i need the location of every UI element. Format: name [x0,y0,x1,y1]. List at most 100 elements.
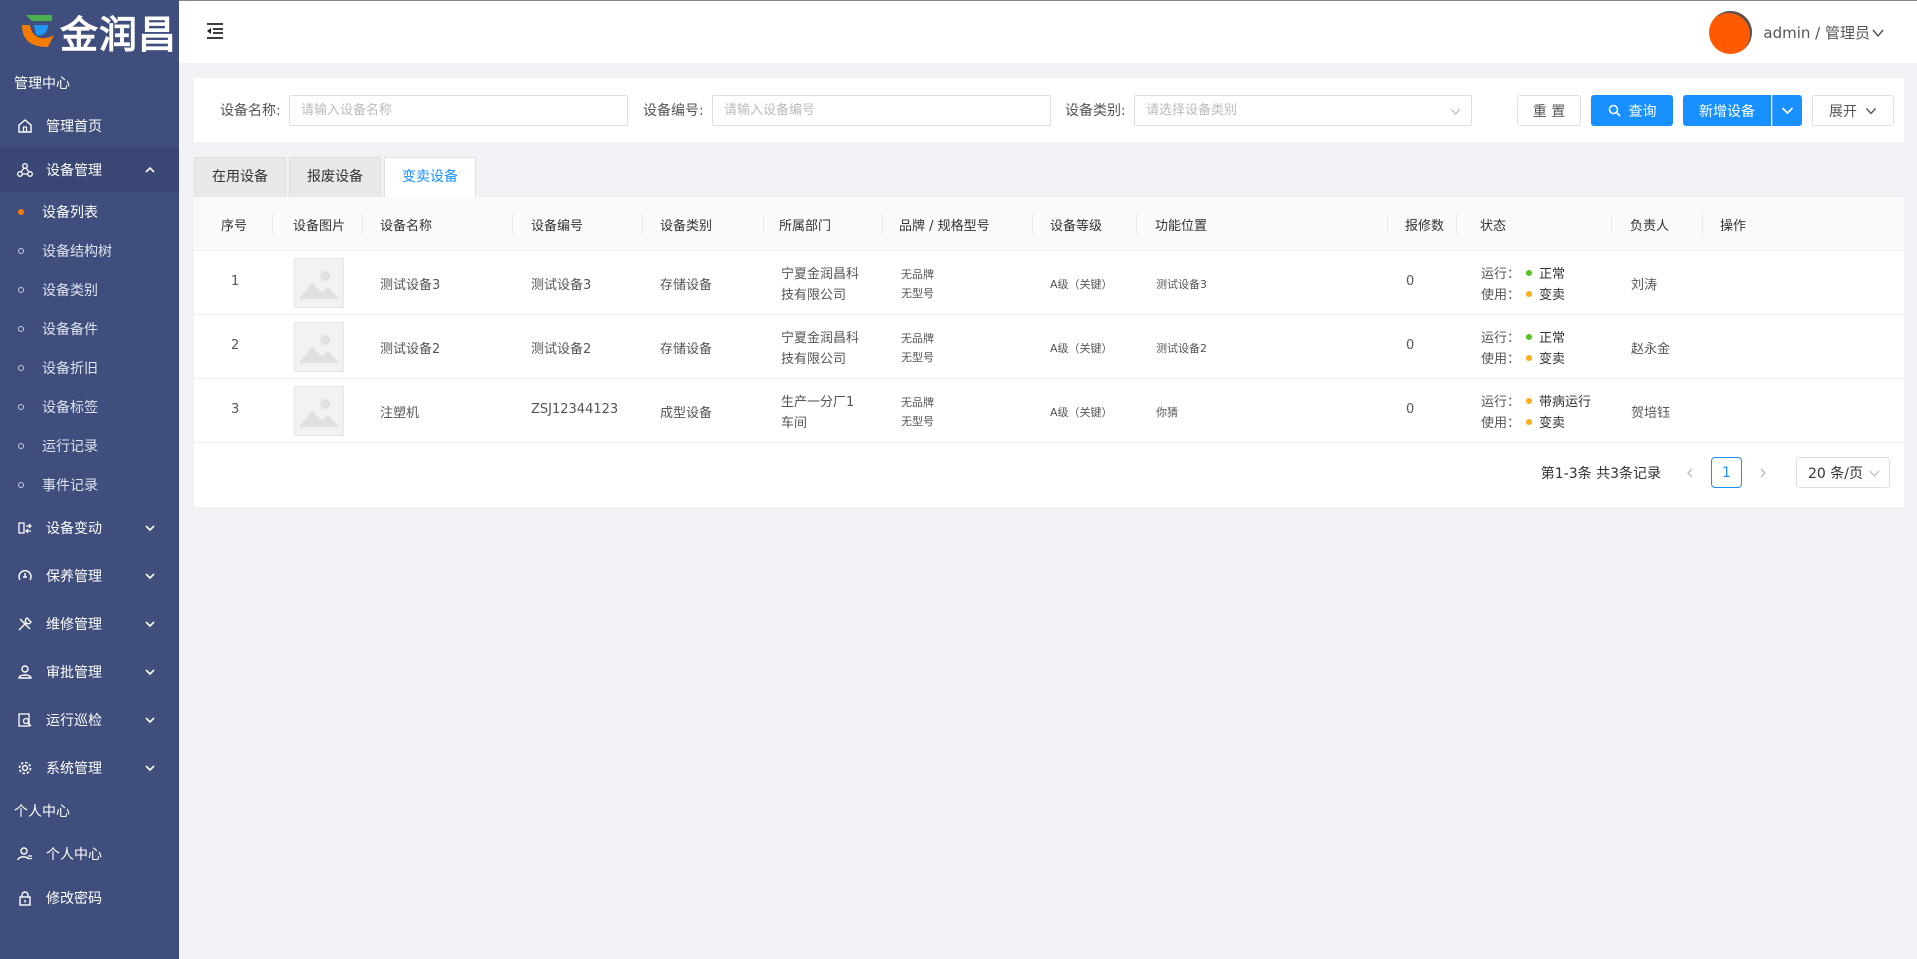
col-header: 设备类别 [660,219,713,234]
dot-icon [18,247,24,254]
device-category-label: 设备类别: [1065,103,1126,119]
cell-status: 运行： 正常 使用： 变卖 [1481,262,1565,304]
search-button[interactable]: 查询 [1591,95,1673,126]
menu-group-label: 保养管理 [46,569,102,585]
chevron-down-icon [145,717,155,724]
sub-item-label: 设备结构树 [42,243,112,260]
run-label: 运行： [1481,267,1521,282]
menu-home[interactable]: 管理首页 [0,104,179,148]
cell-brand: 无品牌 [901,396,934,409]
col-header: 操作 [1720,219,1747,234]
menu-group-label: 维修管理 [46,617,102,633]
cell-no: 3 [231,402,240,417]
cell-dept: 技有限公司 [781,288,847,303]
cell-code: 测试设备3 [531,278,592,293]
cell-owner: 贺培钰 [1631,406,1671,421]
user-stamp-icon [16,663,34,681]
table-row[interactable]: 2 测试设备2 测试设备2 存储设备 宁夏金润昌科 技有限公司 无品牌 无型号 … [194,315,1904,379]
use-status: 变卖 [1539,416,1566,431]
device-name-input[interactable]: 请输入设备名称 [289,95,628,126]
chevron-down-icon [1869,470,1880,477]
menu-inspection[interactable]: 运行巡检 [0,696,179,744]
tab-sold[interactable]: 变卖设备 [384,157,476,197]
add-device-button[interactable]: 新增设备 [1683,95,1771,126]
menu-personal[interactable]: 个人中心 [0,832,179,876]
user-menu[interactable]: admin / 管理员 [1709,11,1885,54]
page-size-value: 20 条/页 [1808,465,1863,482]
col-header: 品牌 / 规格型号 [899,219,990,234]
sub-item-label: 设备列表 [42,204,98,221]
tab-in-use[interactable]: 在用设备 [194,157,286,197]
cell-location: 你猜 [1156,406,1178,419]
status-dot-orange [1526,354,1533,361]
device-change-icon [16,519,34,537]
col-header: 功能位置 [1155,219,1208,234]
dot-icon [18,442,24,449]
device-image-placeholder[interactable] [294,322,344,372]
filter-panel: 设备名称: 请输入设备名称 设备编号: 请输入设备编号 设备类别: 请选择设备类… [194,78,1904,142]
sub-item-device-tags[interactable]: 设备标签 [0,387,179,426]
sub-item-device-tree[interactable]: 设备结构树 [0,231,179,270]
device-image-placeholder[interactable] [294,386,344,436]
menu-group-label: 设备变动 [46,521,102,537]
menu-change-password[interactable]: 修改密码 [0,876,179,920]
page-size-select[interactable]: 20 条/页 [1796,457,1890,488]
add-device-dropdown[interactable] [1772,95,1802,126]
sub-item-label: 设备类别 [42,282,98,299]
chevron-up-icon [145,166,155,173]
table-row[interactable]: 1 测试设备3 测试设备3 存储设备 宁夏金润昌科 技有限公司 无品牌 无型号 … [194,251,1904,315]
col-header: 所属部门 [779,219,832,234]
use-label: 使用： [1481,352,1521,367]
cell-repairs: 0 [1406,402,1415,417]
cell-location: 测试设备3 [1156,278,1207,291]
status-dot-green [1526,333,1533,340]
page-number-current[interactable]: 1 [1711,457,1742,488]
run-status: 带病运行 [1539,395,1592,410]
menu-device-manage[interactable]: 设备管理 [0,148,179,192]
collapse-menu-icon[interactable] [205,21,225,41]
cell-code: ZSJ12344123 [531,402,619,417]
menu-device-manage-label: 设备管理 [46,163,102,179]
sub-item-device-category[interactable]: 设备类别 [0,270,179,309]
sub-item-event-records[interactable]: 事件记录 [0,465,179,504]
search-button-label: 查询 [1628,103,1657,120]
sub-item-spare-parts[interactable]: 设备备件 [0,309,179,348]
reset-button[interactable]: 重 置 [1517,95,1581,126]
sub-item-device-list[interactable]: 设备列表 [0,192,179,231]
cell-location: 测试设备2 [1156,342,1207,355]
menu-repair[interactable]: 维修管理 [0,600,179,648]
menu-maintenance[interactable]: 保养管理 [0,552,179,600]
device-code-input[interactable]: 请输入设备编号 [712,95,1051,126]
status-dot-orange [1526,290,1533,297]
run-status: 正常 [1539,267,1566,282]
next-page-button[interactable] [1748,458,1778,488]
run-status: 正常 [1539,331,1566,346]
prev-page-button[interactable] [1675,458,1705,488]
tab-scrapped[interactable]: 报废设备 [289,157,381,197]
cell-model: 无型号 [901,287,934,300]
chevron-down-icon [1872,29,1884,37]
sidebar: 金润昌 管理中心 管理首页 设备管理 设备列表 设备结构树 设备类别 设备备件 … [0,0,179,959]
menu-device-change[interactable]: 设备变动 [0,504,179,552]
menu-home-label: 管理首页 [46,119,102,135]
expand-button[interactable]: 展开 [1812,95,1894,126]
cell-dept: 宁夏金润昌科 [781,331,860,346]
device-network-icon [16,161,34,179]
image-placeholder-icon [299,271,339,299]
menu-group-label: 审批管理 [46,665,102,681]
menu-system[interactable]: 系统管理 [0,744,179,792]
menu-approval[interactable]: 审批管理 [0,648,179,696]
device-category-select[interactable]: 请选择设备类别 [1134,95,1472,126]
cell-model: 无型号 [901,415,934,428]
status-dot-orange [1526,418,1533,425]
brand-logo[interactable]: 金润昌 [0,0,179,62]
cell-dept: 车间 [781,416,808,431]
image-placeholder-icon [299,335,339,363]
cell-category: 成型设备 [660,406,713,421]
sub-item-run-records[interactable]: 运行记录 [0,426,179,465]
table-row[interactable]: 3 注塑机 ZSJ12344123 成型设备 生产一分厂1 车间 无品牌 无型号… [194,379,1904,443]
device-image-placeholder[interactable] [294,258,344,308]
sub-item-depreciation[interactable]: 设备折旧 [0,348,179,387]
cell-owner: 刘涛 [1631,278,1658,293]
logo-icon [22,15,54,47]
